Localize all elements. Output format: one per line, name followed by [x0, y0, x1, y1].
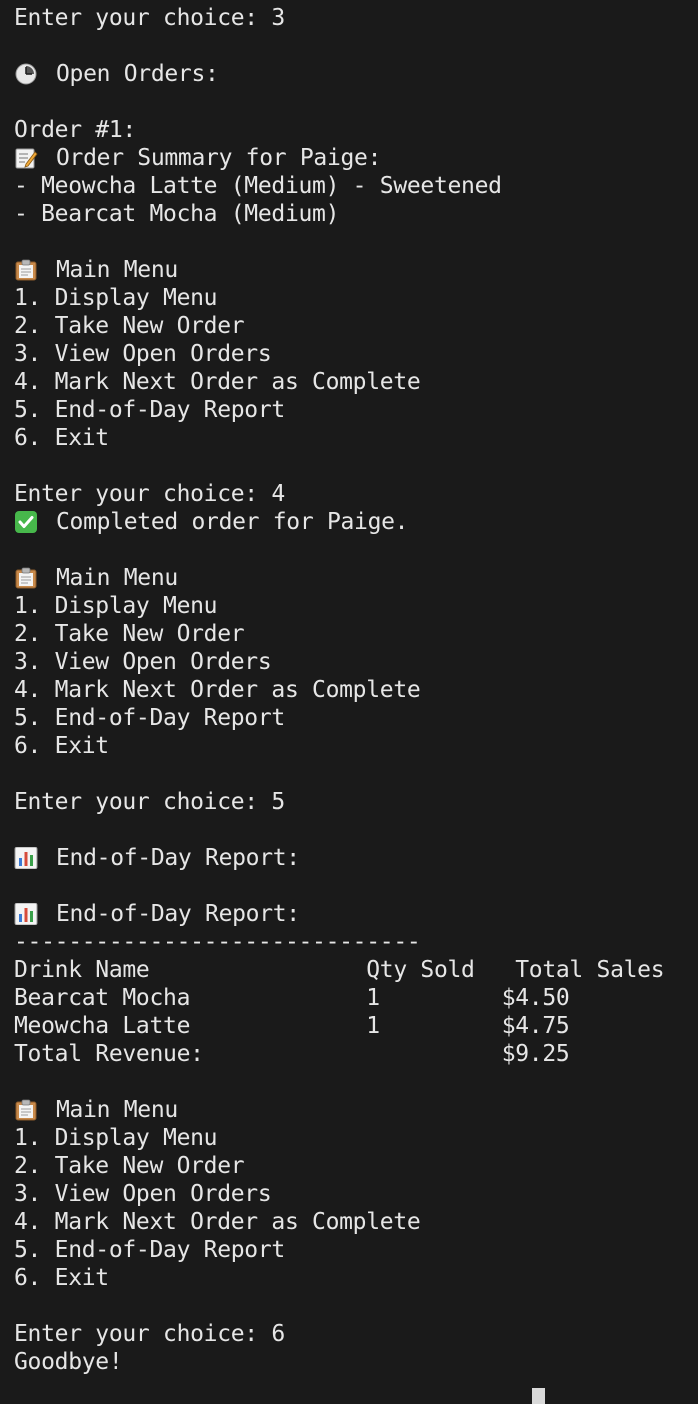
menu-item: 2. Take New Order	[14, 313, 245, 339]
prompt-line: Enter your choice: 6	[14, 1321, 285, 1347]
completed-label: Completed order for Paige.	[56, 509, 409, 535]
open-orders-heading: Open Orders:	[14, 60, 694, 88]
report-header-row: Drink Name Qty Sold Total Sales	[14, 957, 665, 983]
menu-item: 1. Display Menu	[14, 593, 218, 619]
menu-item: 2. Take New Order	[14, 621, 245, 647]
menu-item: 6. Exit	[14, 1265, 109, 1291]
menu-item: 2. Take New Order	[14, 1153, 245, 1179]
menu-item: 4. Mark Next Order as Complete	[14, 677, 421, 703]
report-heading: End-of-Day Report:	[14, 900, 694, 928]
menu-item: 5. End-of-Day Report	[14, 1237, 285, 1263]
menu-item: 6. Exit	[14, 733, 109, 759]
clock-icon	[14, 63, 38, 85]
menu-item: 4. Mark Next Order as Complete	[14, 369, 421, 395]
bar-chart-icon	[14, 903, 38, 925]
menu-item: 3. View Open Orders	[14, 649, 272, 675]
main-menu-label: Main Menu	[56, 257, 178, 283]
menu-item: 6. Exit	[14, 425, 109, 451]
order-number: Order #1:	[14, 117, 136, 143]
order-item: - Bearcat Mocha (Medium)	[14, 201, 340, 227]
main-menu-title: Main Menu	[14, 1096, 694, 1124]
report-heading-label: End-of-Day Report:	[56, 901, 300, 927]
main-menu-label: Main Menu	[56, 1097, 178, 1123]
memo-icon	[14, 147, 38, 169]
completed-message: Completed order for Paige.	[14, 508, 694, 536]
clipboard-icon	[14, 1099, 38, 1121]
menu-item: 4. Mark Next Order as Complete	[14, 1209, 421, 1235]
check-mark-icon	[14, 511, 38, 533]
menu-item: 5. End-of-Day Report	[14, 397, 285, 423]
report-row: Meowcha Latte 1 $4.75	[14, 1013, 570, 1039]
report-heading: End-of-Day Report:	[14, 844, 694, 872]
report-total-row: Total Revenue: $9.25	[14, 1041, 570, 1067]
main-menu-title: Main Menu	[14, 256, 694, 284]
order-summary: Order Summary for Paige:	[14, 144, 694, 172]
order-item: - Meowcha Latte (Medium) - Sweetened	[14, 173, 502, 199]
main-menu-title: Main Menu	[14, 564, 694, 592]
menu-item: 3. View Open Orders	[14, 1181, 272, 1207]
clipboard-icon	[14, 259, 38, 281]
prompt-line: Enter your choice: 4	[14, 481, 285, 507]
menu-item: 1. Display Menu	[14, 1125, 218, 1151]
report-row: Bearcat Mocha 1 $4.50	[14, 985, 570, 1011]
main-menu-label: Main Menu	[56, 565, 178, 591]
report-heading-label: End-of-Day Report:	[56, 845, 300, 871]
open-orders-label: Open Orders:	[56, 61, 219, 87]
prompt-line: Enter your choice: 5	[14, 789, 285, 815]
shell-prompt-line	[14, 1376, 694, 1404]
menu-item: 5. End-of-Day Report	[14, 705, 285, 731]
menu-item: 1. Display Menu	[14, 285, 218, 311]
menu-item: 3. View Open Orders	[14, 341, 272, 367]
text-cursor[interactable]	[532, 1388, 545, 1404]
bar-chart-icon	[14, 847, 38, 869]
order-summary-label: Order Summary for Paige:	[56, 145, 382, 171]
report-separator: ------------------------------	[14, 929, 421, 955]
terminal-output: Enter your choice: 3 Open Orders: Order …	[14, 4, 694, 1404]
goodbye-message: Goodbye!	[14, 1349, 123, 1375]
prompt-line: Enter your choice: 3	[14, 5, 285, 31]
clipboard-icon	[14, 567, 38, 589]
